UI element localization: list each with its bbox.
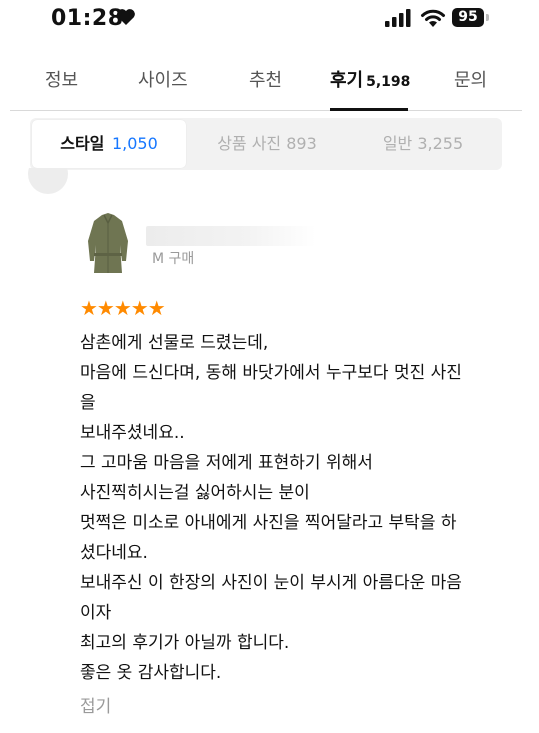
tab-review-count: 5,198 bbox=[366, 74, 411, 90]
tab-label: 정보 bbox=[45, 70, 79, 91]
reviewer-name-blurred bbox=[146, 226, 316, 246]
review-line: 셨다네요. bbox=[80, 543, 148, 563]
subtab-label: 일반 bbox=[382, 134, 413, 153]
review-text: 삼촌에게 선물로 드렸는데, 마음에 드신다며, 동해 바닷가에서 누구보다 멋… bbox=[80, 328, 510, 688]
wifi-icon bbox=[421, 9, 445, 27]
avatar-partial bbox=[28, 168, 68, 196]
purchase-option: M 구매 bbox=[152, 251, 195, 267]
review-line: 사진찍히시는걸 싫어하시는 분이 bbox=[80, 483, 310, 503]
review-filter-tabs: 스타일 1,050 상품 사진 893 일반 3,255 bbox=[30, 118, 502, 170]
tab-label: 사이즈 bbox=[138, 70, 188, 91]
review-line: 그 고마움 마음을 저에게 표현하기 위해서 bbox=[80, 453, 373, 473]
tab-reviews[interactable]: 후기 5,198 bbox=[330, 66, 410, 92]
signal-icon bbox=[385, 9, 411, 27]
review-line: 보내주셨네요.. bbox=[80, 423, 185, 443]
tab-size[interactable]: 사이즈 bbox=[138, 66, 188, 92]
subtab-style[interactable]: 스타일 1,050 bbox=[32, 120, 186, 168]
tab-label: 추천 bbox=[249, 70, 283, 91]
active-tab-indicator bbox=[330, 108, 408, 111]
tab-label: 후기 bbox=[330, 70, 364, 91]
battery-nub bbox=[486, 14, 489, 21]
tab-inquiry[interactable]: 문의 bbox=[454, 66, 487, 92]
star-rating: ★★★★★ bbox=[80, 296, 166, 320]
tab-info[interactable]: 정보 bbox=[45, 66, 78, 92]
tab-recommend[interactable]: 추천 bbox=[249, 66, 282, 92]
heart-icon bbox=[117, 9, 135, 25]
tab-label: 문의 bbox=[454, 70, 488, 91]
subtab-product-photo[interactable]: 상품 사진 893 bbox=[190, 118, 344, 170]
subtab-label: 상품 사진 bbox=[217, 134, 282, 153]
review-line: 보내주신 이 한장의 사진이 눈이 부시게 아름다운 마음 bbox=[80, 573, 462, 593]
subtab-count: 893 bbox=[286, 134, 317, 153]
review-line: 이자 bbox=[80, 603, 112, 623]
review-line: 삼촌에게 선물로 드렸는데, bbox=[80, 333, 269, 353]
subtab-general[interactable]: 일반 3,255 bbox=[346, 118, 500, 170]
battery-icon: 95 bbox=[452, 8, 484, 27]
review-line: 최고의 후기가 아닐까 합니다. bbox=[80, 633, 290, 653]
subtab-count: 3,255 bbox=[417, 134, 464, 153]
review-line: 멋쩍은 미소로 아내에게 사진을 찍어달라고 부탁을 하 bbox=[80, 513, 457, 533]
review-line: 좋은 옷 감사합니다. bbox=[80, 663, 222, 683]
subtab-label: 스타일 bbox=[60, 134, 105, 153]
review-line: 마음에 드신다며, 동해 바닷가에서 누구보다 멋진 사진 bbox=[80, 363, 462, 383]
collapse-button[interactable]: 접기 bbox=[80, 692, 111, 717]
review-line: 을 bbox=[80, 393, 96, 413]
status-bar: 01:28 95 bbox=[0, 0, 539, 40]
product-tabs: 정보 사이즈 추천 후기 5,198 문의 bbox=[10, 48, 522, 111]
status-time: 01:28 bbox=[51, 6, 124, 31]
subtab-count: 1,050 bbox=[111, 134, 158, 153]
product-thumbnail[interactable] bbox=[82, 211, 134, 279]
